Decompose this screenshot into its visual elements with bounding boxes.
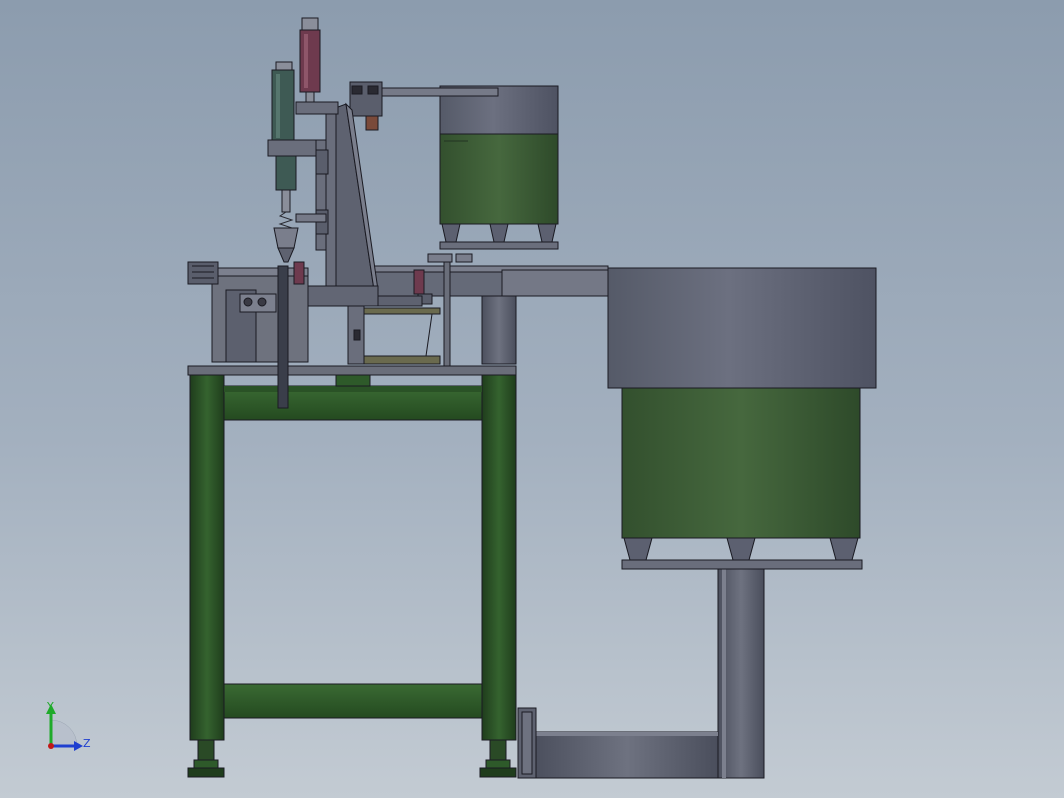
- stand-base-beam: [535, 731, 719, 779]
- frame-center-block: [335, 373, 371, 387]
- bowl-drive-base: [621, 387, 861, 539]
- cad-viewport[interactable]: Y Z: [0, 0, 1064, 798]
- main-upright: [299, 102, 379, 307]
- frame-leg-right: [481, 373, 517, 741]
- triad-y-label: Y: [46, 700, 54, 713]
- bowl-foot: [829, 537, 859, 561]
- leveling-foot-left: [187, 739, 225, 778]
- feeder-stand: [517, 567, 765, 779]
- frame-beam-bottom: [223, 683, 483, 719]
- ejector-rod: [277, 265, 289, 409]
- leveling-foot-right: [479, 739, 517, 778]
- bowl-foot: [726, 537, 756, 561]
- side-actuator: [187, 261, 219, 285]
- bowl-foot: [623, 537, 653, 561]
- orientation-triad: Y Z: [46, 700, 91, 751]
- machine-frame: [187, 365, 517, 778]
- frame-leg-left: [189, 373, 225, 741]
- bowl-top-ring: [607, 267, 877, 389]
- large-feeder-bowl: [607, 267, 877, 570]
- triad-z-label: Z: [83, 737, 91, 750]
- upright-base: [299, 285, 379, 307]
- track-support-post: [481, 295, 517, 365]
- triad-arc: [50, 719, 78, 747]
- bowl-mount-plate: [621, 559, 863, 570]
- small-feeder-bowl: [439, 85, 559, 250]
- triad-origin: [48, 743, 54, 749]
- press-cylinder: [295, 17, 339, 115]
- frame-tabletop: [187, 365, 517, 376]
